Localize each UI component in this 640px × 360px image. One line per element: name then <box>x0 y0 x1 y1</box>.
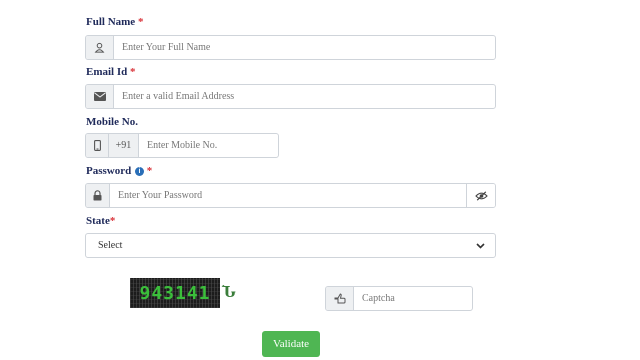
email-input[interactable] <box>114 85 495 108</box>
password-input[interactable] <box>110 184 466 207</box>
captcha-code: 943141 <box>139 282 211 304</box>
state-select[interactable]: Select <box>85 233 496 258</box>
captcha-group <box>325 286 473 311</box>
country-code: +91 <box>109 134 139 157</box>
required-marker: * <box>130 66 136 78</box>
full-name-input[interactable] <box>114 36 495 59</box>
envelope-icon <box>86 85 114 108</box>
mobile-group: +91 <box>85 133 279 158</box>
required-marker: * <box>146 165 153 177</box>
mobile-label: Mobile No. <box>86 116 138 128</box>
lock-icon <box>86 184 110 207</box>
validate-button[interactable]: Validate <box>262 331 320 357</box>
chevron-down-icon <box>476 242 485 249</box>
email-group <box>85 84 496 109</box>
email-label: Email Id * <box>86 66 136 78</box>
required-marker: * <box>109 215 116 227</box>
required-marker: * <box>137 16 144 28</box>
captcha-image: 943141 <box>130 278 220 308</box>
eye-slash-icon[interactable] <box>466 184 495 207</box>
mobile-icon <box>86 134 109 157</box>
hand-pointer-icon <box>326 287 354 310</box>
mobile-input[interactable] <box>139 134 278 157</box>
full-name-group <box>85 35 496 60</box>
user-icon <box>86 36 114 59</box>
full-name-label: Full Name * <box>86 16 144 28</box>
state-label: State* <box>86 215 116 227</box>
refresh-captcha-icon[interactable]: Ն <box>222 285 236 300</box>
info-icon[interactable]: i <box>134 167 144 176</box>
password-group <box>85 183 496 208</box>
state-selected-value: Select <box>98 240 123 251</box>
captcha-input[interactable] <box>354 287 472 310</box>
password-label: Password i * <box>86 165 153 177</box>
